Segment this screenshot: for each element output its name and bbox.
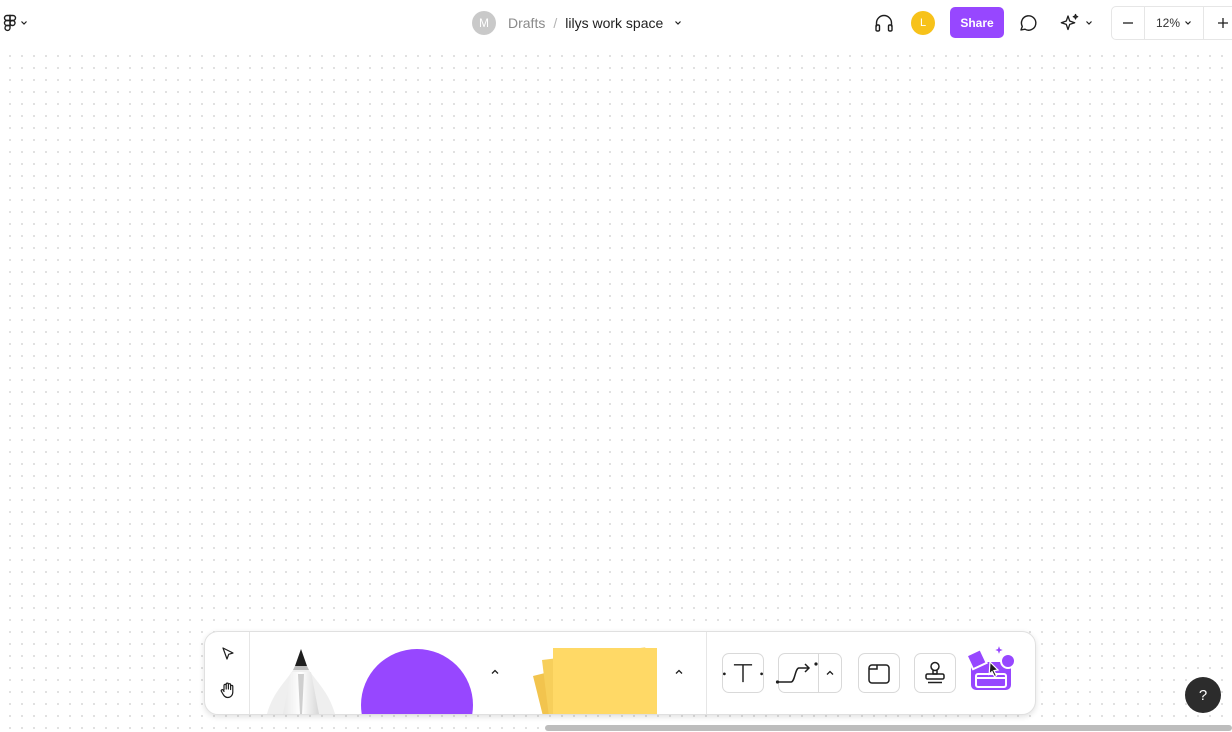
sticky-options-button[interactable]: [671, 664, 687, 680]
headphones-icon: [875, 14, 893, 32]
zoom-controls: 12%: [1111, 6, 1232, 40]
stamp-tool[interactable]: [914, 653, 956, 693]
section-tool[interactable]: [858, 653, 900, 693]
minus-icon: [1123, 22, 1133, 24]
section-icon: [868, 664, 890, 684]
figma-logo-icon: [3, 14, 17, 32]
circle-shape-icon: [361, 649, 473, 714]
toolbar-divider: [706, 632, 707, 714]
pen-tool[interactable]: [267, 646, 335, 714]
ai-actions-button[interactable]: [1059, 12, 1097, 34]
audio-button[interactable]: [873, 12, 895, 34]
file-name[interactable]: lilys work space: [565, 15, 663, 31]
text-tool[interactable]: [722, 653, 764, 693]
zoom-level-value: 12%: [1155, 16, 1181, 30]
connector-icon: [775, 662, 818, 684]
connector-tool[interactable]: [775, 653, 842, 693]
connector-split-divider: [818, 654, 819, 692]
chevron-down-icon: [1086, 21, 1092, 25]
shape-options-button[interactable]: [487, 664, 503, 680]
sticky-note-tool[interactable]: [527, 646, 659, 714]
help-button[interactable]: ?: [1185, 677, 1221, 713]
chevron-up-icon: [675, 669, 683, 674]
move-tool[interactable]: [216, 642, 240, 666]
main-menu-button[interactable]: [2, 12, 34, 34]
horizontal-scrollbar[interactable]: [545, 725, 1232, 731]
breadcrumb-drafts[interactable]: Drafts: [508, 15, 545, 31]
user-avatar[interactable]: L: [911, 11, 935, 35]
top-bar: M Drafts / lilys work space L Share 12%: [0, 0, 1232, 46]
sticky-note-icon: [533, 647, 657, 714]
more-tools-button[interactable]: [965, 640, 1021, 694]
chevron-up-icon: [826, 670, 834, 675]
shape-tool[interactable]: [360, 648, 474, 714]
plus-icon: [1218, 18, 1228, 28]
breadcrumb: M Drafts / lilys work space: [472, 11, 683, 35]
breadcrumb-separator: /: [553, 15, 558, 31]
chevron-up-icon: [491, 669, 499, 674]
zoom-out-button[interactable]: [1112, 7, 1145, 39]
zoom-level-dropdown[interactable]: 12%: [1145, 7, 1204, 39]
comment-button[interactable]: [1017, 12, 1039, 34]
comment-icon: [1020, 15, 1037, 31]
chevron-down-icon: [675, 21, 682, 25]
sparkle-icon: [1060, 13, 1079, 31]
hand-icon: [220, 682, 234, 699]
creation-toolbar: [204, 631, 1036, 715]
more-tools-icon: [965, 641, 1016, 690]
toolbar-divider: [249, 632, 250, 714]
marker-pen-icon: [267, 649, 335, 714]
zoom-in-button[interactable]: [1204, 7, 1232, 39]
hand-tool[interactable]: [216, 678, 240, 702]
share-button[interactable]: Share: [950, 7, 1004, 38]
stamp-icon: [925, 661, 945, 684]
text-icon: [723, 664, 763, 683]
owner-avatar[interactable]: M: [472, 11, 496, 35]
file-menu-button[interactable]: [673, 18, 683, 28]
cursor-arrow-icon: [222, 647, 234, 660]
chevron-down-icon: [1185, 21, 1191, 25]
whiteboard-canvas[interactable]: [0, 46, 1232, 732]
connector-options-button[interactable]: [822, 665, 838, 681]
chevron-down-icon: [21, 21, 27, 25]
